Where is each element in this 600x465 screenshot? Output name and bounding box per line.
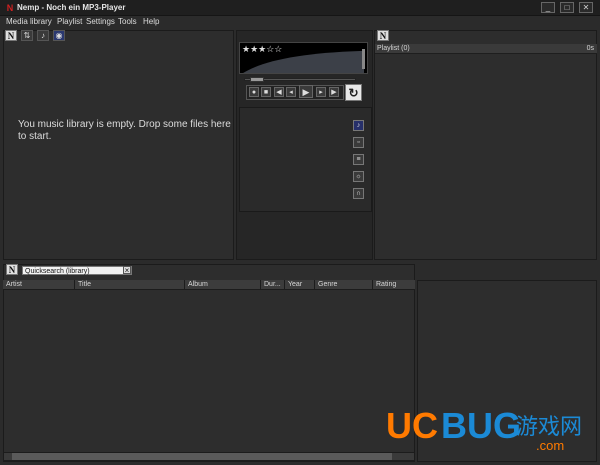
player-display: ★★★☆☆ — [239, 42, 368, 74]
menu-settings[interactable]: Settings — [86, 17, 115, 26]
repeat-icon[interactable]: ↻ — [345, 84, 362, 101]
menu-help[interactable]: Help — [143, 17, 159, 26]
menu-media-library[interactable]: Media library — [6, 17, 52, 26]
playlist-panel — [374, 30, 597, 260]
spectrum-visual — [243, 49, 365, 73]
svg-text:.com: .com — [536, 438, 564, 452]
sleep-icon[interactable]: ☼ — [353, 171, 364, 182]
window-title: Nemp - Noch ein MP3-Player — [17, 3, 126, 12]
playlist-title: Playlist (0) — [377, 45, 410, 52]
minimize-button[interactable]: _ — [541, 2, 555, 13]
next-icon[interactable]: ▶ — [329, 87, 339, 97]
empty-library-message: You music library is empty. Drop some fi… — [18, 119, 231, 142]
svg-text:UC: UC — [386, 405, 438, 446]
title-bar: N Nemp - Noch ein MP3-Player _ □ ✕ — [0, 0, 600, 16]
svg-text:BUG: BUG — [441, 405, 521, 446]
previous-icon[interactable]: ◀ — [274, 87, 284, 97]
column-genre[interactable]: Genre — [315, 280, 373, 290]
svg-text:游戏网: 游戏网 — [516, 414, 582, 439]
watermark-logo: UC BUG 游戏网 .com — [386, 400, 596, 453]
quicksearch-input[interactable]: Quicksearch (library) — [22, 266, 132, 275]
browser-menu-button[interactable]: N — [6, 264, 18, 275]
clear-search-icon[interactable]: × — [123, 266, 131, 275]
column-title[interactable]: Title — [75, 280, 185, 290]
menu-bar: Media library Playlist Settings Tools He… — [0, 16, 600, 29]
nemp-menu-button[interactable]: N — [5, 30, 17, 41]
playlist-header: Playlist (0) 0s — [375, 44, 597, 54]
headphones-icon[interactable]: ∩ — [353, 188, 364, 199]
column-year[interactable]: Year — [285, 280, 315, 290]
table-header: Artist Title Album Dur... Year Genre Rat… — [3, 280, 415, 290]
record-icon[interactable]: ● — [249, 87, 259, 97]
sort-icon[interactable]: ⇅ — [21, 30, 33, 41]
library-panel — [3, 30, 234, 260]
effects-icon[interactable]: ▫ — [353, 137, 364, 148]
menu-playlist[interactable]: Playlist — [57, 17, 82, 26]
microphone-icon[interactable]: ♪ — [37, 30, 49, 41]
column-rating[interactable]: Rating — [373, 280, 415, 290]
scrollbar-thumb[interactable] — [12, 453, 392, 460]
view-icon[interactable]: ◉ — [53, 30, 65, 41]
playlist-duration: 0s — [586, 45, 594, 52]
play-icon[interactable]: ▶ — [299, 85, 313, 98]
playlist-menu-button[interactable]: N — [377, 30, 389, 41]
close-button[interactable]: ✕ — [579, 2, 593, 13]
rewind-icon[interactable]: ◂ — [286, 87, 296, 97]
column-album[interactable]: Album — [185, 280, 261, 290]
app-logo-icon: N — [6, 3, 14, 13]
library-browser-panel — [3, 264, 415, 462]
equalizer-icon[interactable]: ♪ — [353, 120, 364, 131]
lyrics-icon[interactable]: ≡ — [353, 154, 364, 165]
ucbug-logo: UC BUG 游戏网 .com — [386, 405, 582, 453]
column-duration[interactable]: Dur... — [261, 280, 285, 290]
forward-icon[interactable]: ▸ — [316, 87, 326, 97]
column-artist[interactable]: Artist — [3, 280, 75, 290]
stop-icon[interactable]: ■ — [261, 87, 271, 97]
maximize-button[interactable]: □ — [560, 2, 574, 13]
progress-slider-thumb[interactable] — [250, 77, 264, 82]
menu-tools[interactable]: Tools — [118, 17, 137, 26]
